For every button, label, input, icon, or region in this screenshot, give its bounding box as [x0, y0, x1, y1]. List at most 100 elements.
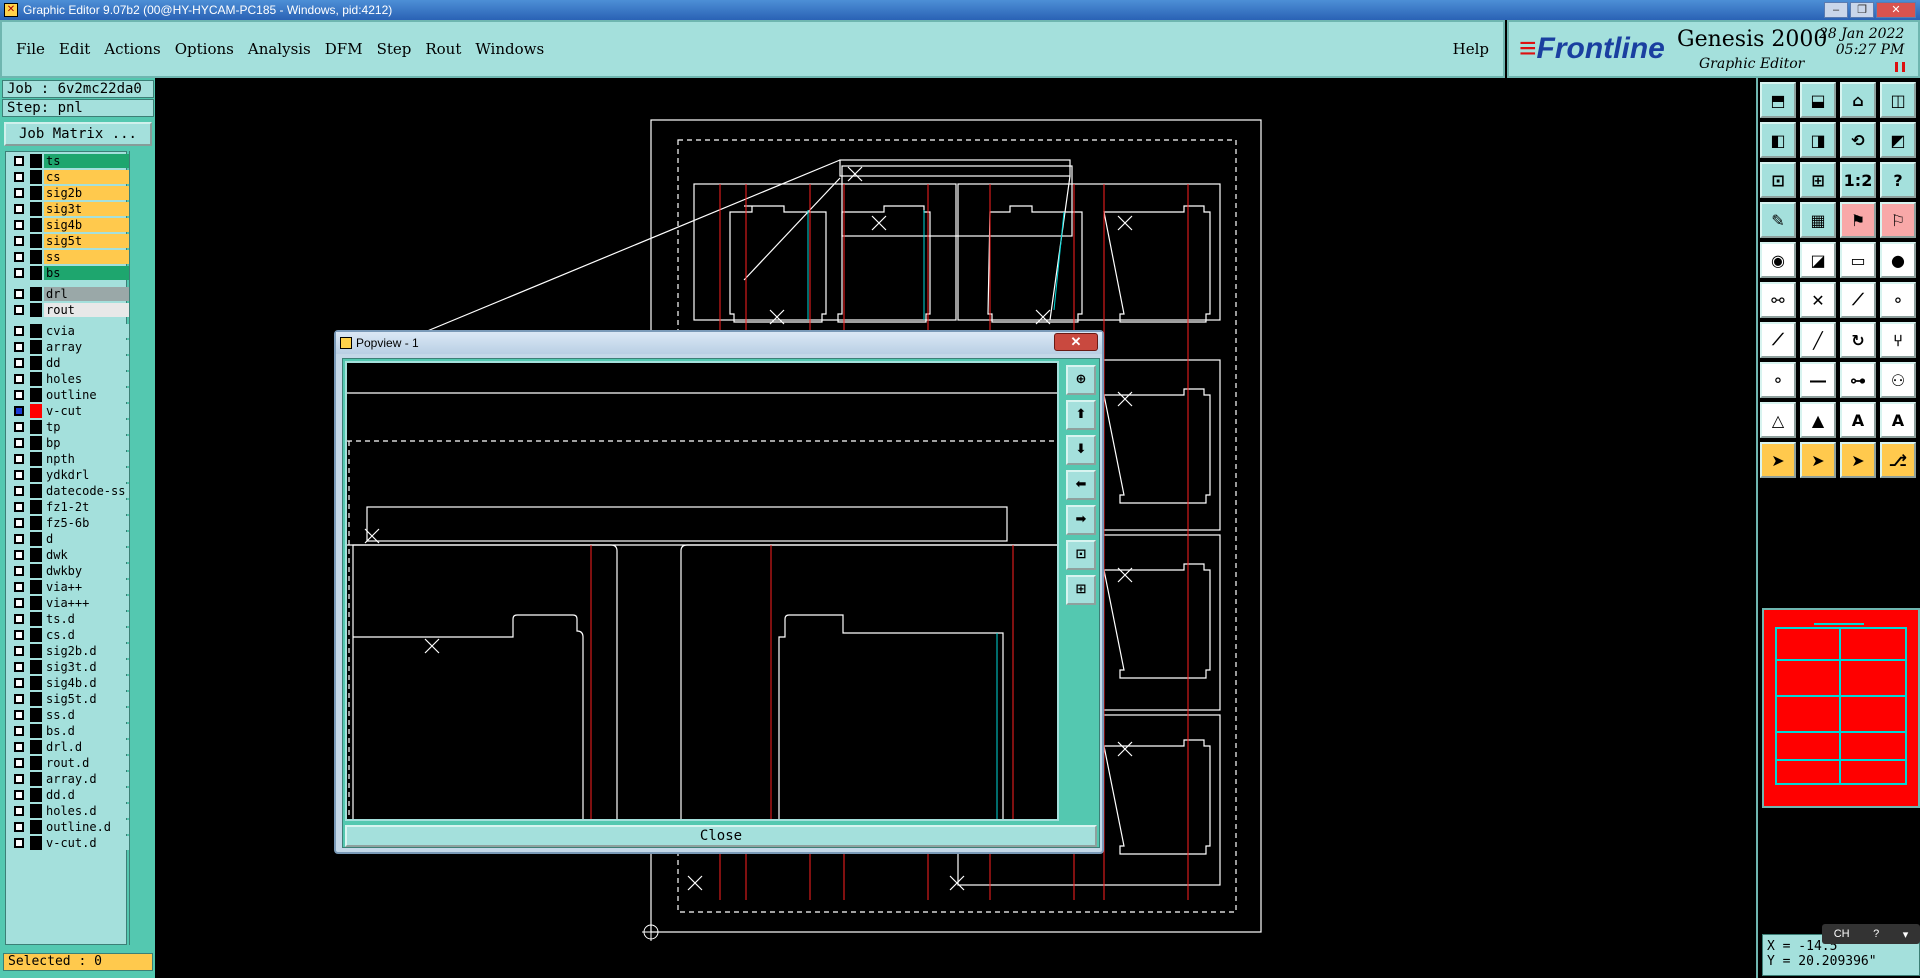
- layer-row[interactable]: sig4b: [8, 218, 129, 232]
- layer-checkbox[interactable]: [14, 550, 24, 560]
- layer-name[interactable]: sig5t: [44, 234, 129, 248]
- layer-color-swatch[interactable]: [30, 548, 42, 562]
- layer-checkbox[interactable]: [14, 566, 24, 576]
- undo-redo-icon[interactable]: ⟲: [1840, 122, 1876, 158]
- layer-color-swatch[interactable]: [30, 564, 42, 578]
- layer-color-swatch[interactable]: [30, 303, 42, 317]
- layer-name[interactable]: drl: [44, 287, 129, 301]
- fit-icon[interactable]: ⊡: [1760, 162, 1796, 198]
- pad-add-icon[interactable]: ⚬: [1760, 362, 1796, 398]
- layer-row[interactable]: drl.d: [8, 740, 129, 754]
- layer-color-swatch[interactable]: [30, 708, 42, 722]
- layer-name[interactable]: rout: [44, 303, 129, 317]
- layer-name[interactable]: sig4b.d: [44, 676, 129, 690]
- layer-color-swatch[interactable]: [30, 580, 42, 594]
- layer-checkbox[interactable]: [14, 220, 24, 230]
- layer-row[interactable]: drl: [8, 287, 129, 301]
- stretch-icon[interactable]: ⊶: [1840, 362, 1876, 398]
- pv-fit-icon[interactable]: ⊡: [1066, 540, 1096, 570]
- pv-center-icon[interactable]: ⊞: [1066, 575, 1096, 605]
- layer-name[interactable]: bp: [44, 436, 129, 450]
- layer-name[interactable]: dwkby: [44, 564, 129, 578]
- layer-checkbox[interactable]: [14, 326, 24, 336]
- layer-name[interactable]: array: [44, 340, 129, 354]
- menu-analysis[interactable]: Analysis: [248, 38, 311, 60]
- layer-color-swatch[interactable]: [30, 436, 42, 450]
- fit-center-icon[interactable]: ⊞: [1800, 162, 1836, 198]
- layer-checkbox[interactable]: [14, 534, 24, 544]
- layer-checkbox[interactable]: [14, 252, 24, 262]
- ruler-icon[interactable]: ▭: [1840, 242, 1876, 278]
- select-feature-icon[interactable]: ◉: [1760, 242, 1796, 278]
- layer-row[interactable]: fz1-2t: [8, 500, 129, 514]
- layer-checkbox[interactable]: [14, 358, 24, 368]
- layer-color-swatch[interactable]: [30, 788, 42, 802]
- layer-name[interactable]: dd: [44, 356, 129, 370]
- ime-menu-icon[interactable]: ▾: [1903, 928, 1909, 941]
- route-icon[interactable]: ⎇: [1880, 442, 1916, 478]
- ime-help-icon[interactable]: ?: [1873, 928, 1879, 940]
- fork-icon[interactable]: ⑂: [1880, 322, 1916, 358]
- snap-icon[interactable]: ◪: [1800, 242, 1836, 278]
- layer-name[interactable]: fz1-2t: [44, 500, 129, 514]
- layer-name[interactable]: sig5t.d: [44, 692, 129, 706]
- layer-checkbox[interactable]: [14, 406, 24, 416]
- layer-checkbox[interactable]: [14, 598, 24, 608]
- step-in-icon[interactable]: ⬓: [1800, 82, 1836, 118]
- menu-actions[interactable]: Actions: [104, 38, 160, 60]
- layer-checkbox[interactable]: [14, 710, 24, 720]
- help-icon[interactable]: ?: [1880, 162, 1916, 198]
- layer-name[interactable]: sig3t: [44, 202, 129, 216]
- layer-color-swatch[interactable]: [30, 628, 42, 642]
- layer-row[interactable]: via++: [8, 580, 129, 594]
- grid-icon[interactable]: ▦: [1800, 202, 1836, 238]
- layer-checkbox[interactable]: [14, 806, 24, 816]
- layer-name[interactable]: sig2b: [44, 186, 129, 200]
- layer-color-swatch[interactable]: [30, 820, 42, 834]
- layer-color-swatch[interactable]: [30, 404, 42, 418]
- layer-checkbox[interactable]: [14, 822, 24, 832]
- layer-row[interactable]: outline: [8, 388, 129, 402]
- layer-color-swatch[interactable]: [30, 500, 42, 514]
- one-to-two-icon[interactable]: 1:2: [1840, 162, 1876, 198]
- layer-color-swatch[interactable]: [30, 250, 42, 264]
- layer-color-swatch[interactable]: [30, 388, 42, 402]
- layer-checkbox[interactable]: [14, 289, 24, 299]
- layer-color-swatch[interactable]: [30, 420, 42, 434]
- layer-name[interactable]: ts: [44, 154, 129, 168]
- layer-color-swatch[interactable]: [30, 612, 42, 626]
- layer-color-swatch[interactable]: [30, 756, 42, 770]
- layer-row[interactable]: holes: [8, 372, 129, 386]
- layer-color-swatch[interactable]: [30, 372, 42, 386]
- layer-checkbox[interactable]: [14, 742, 24, 752]
- layer-row[interactable]: dd.d: [8, 788, 129, 802]
- layer-checkbox[interactable]: [14, 236, 24, 246]
- menu-options[interactable]: Options: [175, 38, 234, 60]
- job-matrix-button[interactable]: Job Matrix ...: [4, 122, 152, 146]
- layer-name[interactable]: dd.d: [44, 788, 129, 802]
- popview-canvas[interactable]: [345, 361, 1059, 821]
- pv-left-icon[interactable]: ⬅: [1066, 470, 1096, 500]
- layer-color-swatch[interactable]: [30, 324, 42, 338]
- layer-checkbox[interactable]: [14, 678, 24, 688]
- layer-row[interactable]: sig3t: [8, 202, 129, 216]
- layer-color-swatch[interactable]: [30, 452, 42, 466]
- layer-row[interactable]: ts.d: [8, 612, 129, 626]
- layer-row[interactable]: via+++: [8, 596, 129, 610]
- layer-row[interactable]: rout: [8, 303, 129, 317]
- layer-checkbox[interactable]: [14, 470, 24, 480]
- layer-name[interactable]: via+++: [44, 596, 129, 610]
- layer-color-swatch[interactable]: [30, 772, 42, 786]
- menu-windows[interactable]: Windows: [475, 38, 544, 60]
- layer-row[interactable]: array: [8, 340, 129, 354]
- layer-checkbox[interactable]: [14, 172, 24, 182]
- layer-color-swatch[interactable]: [30, 660, 42, 674]
- connect-icon[interactable]: ⚯: [1760, 282, 1796, 318]
- layer-row[interactable]: rout.d: [8, 756, 129, 770]
- layer-row[interactable]: ss: [8, 250, 129, 264]
- layer-row[interactable]: holes.d: [8, 804, 129, 818]
- layer-color-swatch[interactable]: [30, 468, 42, 482]
- circles-icon[interactable]: ⚇: [1880, 362, 1916, 398]
- layer-name[interactable]: ss: [44, 250, 129, 264]
- layer-row[interactable]: cs.d: [8, 628, 129, 642]
